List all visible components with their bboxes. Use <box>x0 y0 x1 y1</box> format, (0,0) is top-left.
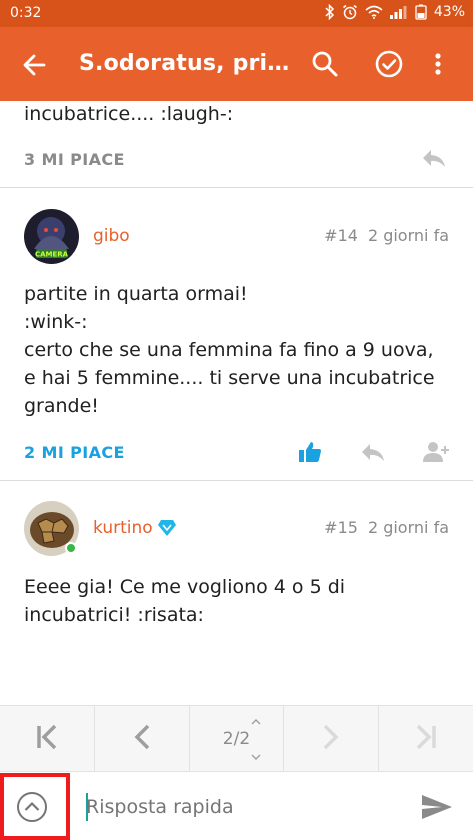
online-status-dot <box>65 542 77 554</box>
post-meta: #15 2 giorni fa <box>314 518 449 537</box>
author-name[interactable]: kurtino <box>93 518 153 538</box>
post-previous: incubatrice.... :laugh-: 3 MI PIACE <box>0 101 473 188</box>
author-name[interactable]: gibo <box>93 226 130 246</box>
first-page-icon <box>35 724 59 754</box>
post-text: incubatrice.... :laugh-: <box>24 103 234 125</box>
status-bar: 0:32 43% <box>0 0 473 27</box>
post-number: #15 <box>324 518 358 537</box>
post-meta: #14 2 giorni fa <box>314 226 449 245</box>
avatar[interactable]: CAMERA <box>24 209 79 264</box>
likes-count[interactable]: 2 MI PIACE <box>24 443 125 462</box>
quick-reply-bar <box>0 773 473 840</box>
wifi-icon <box>365 5 383 19</box>
quick-reply-input[interactable] <box>86 791 386 823</box>
bluetooth-icon <box>325 4 335 20</box>
caret-up-icon <box>251 719 261 725</box>
likes-count[interactable]: 3 MI PIACE <box>24 150 125 169</box>
last-page-button[interactable] <box>379 706 473 771</box>
battery-percent: 43% <box>433 4 465 20</box>
post-item: kurtino #15 2 giorni fa Eeee gia! Ce me v… <box>0 481 473 705</box>
status-time: 0:32 <box>10 5 42 21</box>
post-time: 2 giorni fa <box>367 518 449 537</box>
chevron-up-circle-icon <box>16 791 48 827</box>
signal-icon <box>389 5 408 19</box>
post-time: 2 giorni fa <box>367 226 449 245</box>
caret-down-icon <box>251 754 261 760</box>
send-icon[interactable] <box>420 792 454 822</box>
last-page-icon <box>414 724 438 754</box>
page-indicator: 2/2 <box>222 728 251 749</box>
reply-icon[interactable] <box>360 442 386 468</box>
post-number: #14 <box>324 226 358 245</box>
page-selector[interactable]: 2/2 <box>190 706 285 771</box>
expand-reply-button[interactable] <box>0 773 70 840</box>
search-icon[interactable] <box>310 49 340 79</box>
svg-text:CAMERA: CAMERA <box>35 251 69 259</box>
pagination-bar: 2/2 <box>0 705 473 772</box>
page-title: S.odoratus, pri… <box>79 51 290 76</box>
thumbs-up-icon[interactable] <box>298 441 322 467</box>
post-item: CAMERA gibo #14 2 giorni fa partite in qu… <box>0 189 473 481</box>
reply-icon[interactable] <box>421 148 447 174</box>
chevron-right-icon <box>322 724 340 754</box>
post-text: partite in quarta ormai! :wink-: certo c… <box>24 283 435 417</box>
previous-page-button[interactable] <box>95 706 190 771</box>
add-user-icon[interactable] <box>422 440 450 468</box>
verified-diamond-icon <box>157 519 177 541</box>
post-text: Eeee gia! Ce me vogliono 4 o 5 di incuba… <box>24 576 346 626</box>
check-circle-icon[interactable] <box>374 49 404 79</box>
first-page-button[interactable] <box>0 706 95 771</box>
battery-icon <box>415 4 427 20</box>
current-page: 2 <box>222 728 234 749</box>
app-bar: S.odoratus, pri… <box>0 27 473 101</box>
next-page-button[interactable] <box>284 706 380 771</box>
more-vert-icon[interactable] <box>428 49 448 79</box>
back-arrow-icon[interactable] <box>20 50 50 80</box>
post-list[interactable]: incubatrice.... :laugh-: 3 MI PIACE CAME… <box>0 101 473 705</box>
total-pages: 2 <box>239 728 251 749</box>
alarm-icon <box>342 4 358 20</box>
chevron-left-icon <box>133 724 151 754</box>
